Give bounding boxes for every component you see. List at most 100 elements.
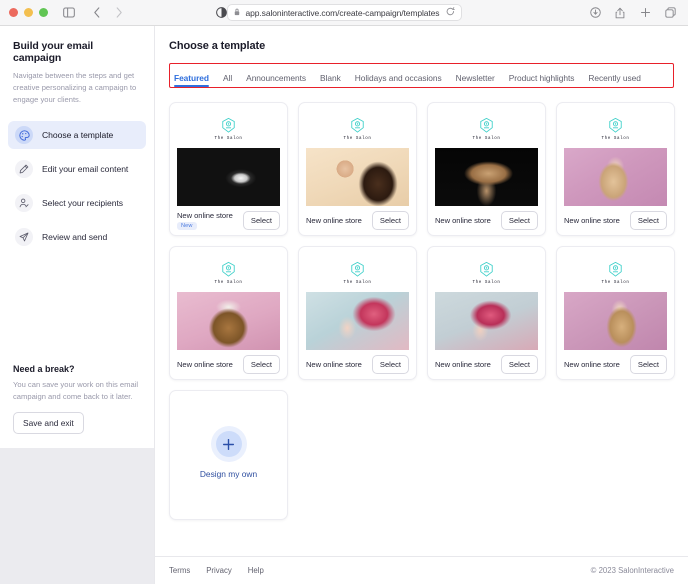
footer-link-terms[interactable]: Terms <box>169 566 190 575</box>
palette-icon <box>15 126 33 145</box>
save-and-exit-section: Need a break? You can save your work on … <box>0 364 154 448</box>
template-brand-name: The Salon <box>214 281 243 285</box>
template-card[interactable]: The Salon New online store Select <box>298 102 417 236</box>
template-header: The Salon <box>435 254 538 292</box>
close-window-button[interactable] <box>9 8 18 17</box>
pencil-icon <box>15 160 33 179</box>
sidebar-item-select-your-recipients[interactable]: Select your recipients <box>8 189 146 217</box>
salon-logo-icon <box>350 261 365 278</box>
campaign-steps-nav: Choose a template Edit your email conten… <box>0 121 154 257</box>
sidebar-toggle-icon[interactable] <box>60 4 78 22</box>
select-template-button[interactable]: Select <box>629 355 667 374</box>
template-card[interactable]: The Salon New online store Select <box>169 246 288 380</box>
template-brand-name: The Salon <box>343 137 372 141</box>
template-name: New online store <box>564 360 620 369</box>
template-preview: The Salon <box>428 247 545 350</box>
sidebar-item-label: Review and send <box>42 232 108 243</box>
template-photo <box>564 292 667 350</box>
template-name: New online store <box>177 360 233 369</box>
template-card[interactable]: The Salon New online store Select <box>298 246 417 380</box>
tab-product-highlights[interactable]: Product highlights <box>509 73 575 87</box>
template-preview: The Salon <box>299 103 416 206</box>
template-photo <box>564 148 667 206</box>
select-template-button[interactable]: Select <box>500 355 538 374</box>
sidebar-item-choose-a-template[interactable]: Choose a template <box>8 121 146 150</box>
design-my-own-label: Design my own <box>199 469 258 479</box>
page-title: Choose a template <box>169 40 266 52</box>
template-preview: The Salon <box>170 103 287 206</box>
template-photo <box>306 148 409 206</box>
person-icon <box>15 194 33 213</box>
design-my-own-card[interactable]: Design my own <box>169 390 288 520</box>
salon-logo-icon <box>221 117 236 134</box>
select-template-button[interactable]: Select <box>242 211 280 230</box>
select-template-button[interactable]: Select <box>371 355 409 374</box>
template-photo <box>177 148 280 206</box>
maximize-window-button[interactable] <box>39 8 48 17</box>
new-tab-icon[interactable] <box>636 4 654 22</box>
new-badge: New <box>177 222 197 230</box>
copyright-text: © 2023 SalonInteractive <box>590 566 674 575</box>
sidebar-item-edit-your-email-content[interactable]: Edit your email content <box>8 155 146 183</box>
template-header: The Salon <box>564 254 667 292</box>
sidebar-footer-filler <box>0 448 154 584</box>
template-card[interactable]: The Salon New online store Select <box>556 246 675 380</box>
template-brand-name: The Salon <box>472 137 501 141</box>
tab-all[interactable]: All <box>223 73 232 87</box>
save-and-exit-button[interactable]: Save and exit <box>13 412 84 434</box>
template-card[interactable]: The Salon New online store Select <box>556 102 675 236</box>
address-bar[interactable]: app.saloninteractive.com/create-campaign… <box>226 4 462 21</box>
template-name: New online store <box>306 360 362 369</box>
template-card[interactable]: The Salon New online store Select <box>427 246 546 380</box>
forward-arrow-icon[interactable] <box>110 4 128 22</box>
select-template-button[interactable]: Select <box>629 211 667 230</box>
template-card[interactable]: The Salon New online store New Select <box>169 102 288 236</box>
template-preview: The Salon <box>557 103 674 206</box>
template-name: New online store <box>177 211 233 220</box>
template-card[interactable]: The Salon New online store Select <box>427 102 546 236</box>
back-arrow-icon[interactable] <box>88 4 106 22</box>
template-name: New online store <box>435 216 491 225</box>
template-preview: The Salon <box>428 103 545 206</box>
page-body: Build your email campaign Navigate betwe… <box>0 26 688 584</box>
need-a-break-title: Need a break? <box>13 364 75 375</box>
tab-blank[interactable]: Blank <box>320 73 341 87</box>
url-text: app.saloninteractive.com/create-campaign… <box>245 7 440 18</box>
need-a-break-text: You can save your work on this email cam… <box>13 380 139 402</box>
select-template-button[interactable]: Select <box>371 211 409 230</box>
campaign-sidebar: Build your email campaign Navigate betwe… <box>0 26 155 584</box>
tab-newsletter[interactable]: Newsletter <box>456 73 495 87</box>
template-name: New online store <box>564 216 620 225</box>
footer-link-privacy[interactable]: Privacy <box>206 566 232 575</box>
window-traffic-lights <box>9 8 48 17</box>
downloads-icon[interactable] <box>586 4 604 22</box>
share-icon[interactable] <box>611 4 629 22</box>
salon-logo-icon <box>608 117 623 134</box>
template-card-footer: New online store New Select <box>170 206 287 235</box>
template-brand-name: The Salon <box>472 281 501 285</box>
salon-logo-icon <box>608 261 623 278</box>
salon-logo-icon <box>479 117 494 134</box>
sidebar-title: Build your email campaign <box>13 40 94 64</box>
browser-toolbar: app.saloninteractive.com/create-campaign… <box>0 0 688 26</box>
template-header: The Salon <box>435 110 538 148</box>
reload-icon[interactable] <box>446 7 455 18</box>
sidebar-item-review-and-send[interactable]: Review and send <box>8 223 146 251</box>
select-template-button[interactable]: Select <box>500 211 538 230</box>
template-photo <box>177 292 280 350</box>
template-brand-name: The Salon <box>601 281 630 285</box>
tab-overview-icon[interactable] <box>661 4 679 22</box>
tab-recently-used[interactable]: Recently used <box>588 73 640 87</box>
tab-announcements[interactable]: Announcements <box>246 73 306 87</box>
footer-link-help[interactable]: Help <box>248 566 264 575</box>
main-content: Choose a template Featured All Announcem… <box>155 26 688 584</box>
tab-holidays-and-occasions[interactable]: Holidays and occasions <box>355 73 442 87</box>
select-template-button[interactable]: Select <box>242 355 280 374</box>
minimize-window-button[interactable] <box>24 8 33 17</box>
salon-logo-icon <box>350 117 365 134</box>
template-card-footer: New online store Select <box>428 206 545 235</box>
tab-featured[interactable]: Featured <box>174 73 209 87</box>
toolbar-right-icons <box>586 4 679 22</box>
paper-plane-icon <box>15 228 33 247</box>
template-brand-name: The Salon <box>601 137 630 141</box>
